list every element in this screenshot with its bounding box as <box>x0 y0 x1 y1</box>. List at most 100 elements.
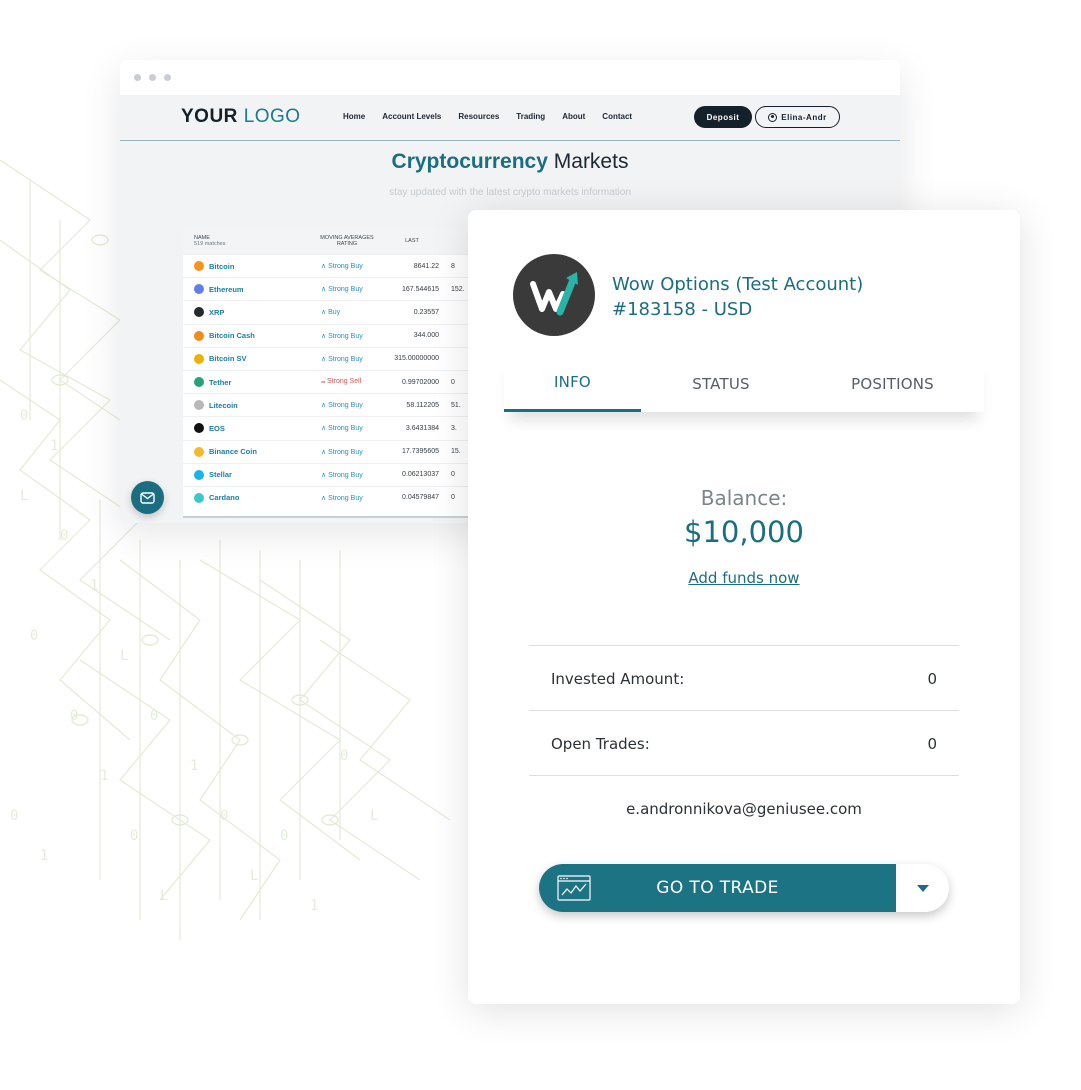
svg-text:0: 0 <box>130 828 138 844</box>
coin-name-cell[interactable]: Ethereum <box>183 284 313 295</box>
table-row[interactable]: Binance Coin ∧ Strong Buy 17.7395605 15. <box>183 439 483 463</box>
rating-label: Strong Buy <box>328 425 363 433</box>
svg-text:1: 1 <box>40 848 48 864</box>
go-to-trade-button[interactable]: GO TO TRADE <box>539 864 896 912</box>
divider <box>529 775 959 776</box>
tab-positions[interactable]: POSITIONS <box>801 355 984 412</box>
wow-logo-icon <box>530 272 578 316</box>
coin-name: Bitcoin SV <box>209 354 247 364</box>
page-title: Cryptocurrency Markets <box>120 150 900 174</box>
coin-name: Cardano <box>209 493 240 503</box>
nav-home[interactable]: Home <box>343 112 365 121</box>
column-name-header[interactable]: NAME 519 matches <box>183 228 313 254</box>
last-price-cell: 0.99702000 <box>402 378 439 386</box>
browser-title-bar <box>120 60 900 95</box>
open-trades-value: 0 <box>927 735 937 753</box>
table-row[interactable]: Ethereum ∧ Strong Buy 167.544615 152. <box>183 277 483 300</box>
window-dot-minimize[interactable] <box>149 74 156 81</box>
mail-button[interactable] <box>131 481 164 514</box>
column-last-header[interactable]: LAST <box>381 228 443 254</box>
svg-text:0: 0 <box>340 748 348 764</box>
last-price-cell: 0.06213037 <box>402 471 439 479</box>
chevron-down-icon <box>916 884 929 892</box>
matches-count: 519 matches <box>194 241 226 247</box>
coin-icon <box>194 330 204 341</box>
column-rating-header[interactable]: MOVING AVERAGES RATING <box>313 228 381 254</box>
rating-label: Strong Buy <box>328 332 363 340</box>
table-row[interactable]: Cardano ∧ Strong Buy 0.04579847 0 <box>183 485 483 509</box>
account-name: Wow Options (Test Account) <box>612 274 864 295</box>
coin-icon <box>194 353 204 364</box>
coin-name-cell[interactable]: Tether <box>183 377 313 388</box>
tab-info[interactable]: INFO <box>504 355 641 412</box>
rating-cell: ∧ Strong Buy <box>313 401 381 409</box>
crypto-table: NAME 519 matches MOVING AVERAGES RATING … <box>183 228 483 518</box>
user-icon <box>768 112 778 122</box>
coin-name-cell[interactable]: Bitcoin SV <box>183 353 313 364</box>
last-price-cell: 344.000 <box>413 332 439 340</box>
nav-resources[interactable]: Resources <box>458 112 499 121</box>
coin-icon <box>194 492 204 503</box>
table-row[interactable]: Tether ⫬ Strong Sell 0.99702000 0 <box>183 369 483 393</box>
svg-text:L: L <box>120 648 128 664</box>
divider <box>529 645 959 646</box>
coin-name-cell[interactable]: XRP <box>183 307 313 318</box>
coin-name-cell[interactable]: Binance Coin <box>183 446 313 457</box>
logo-light-text: LOGO <box>243 106 301 127</box>
svg-text:0: 0 <box>220 808 228 824</box>
svg-text:L: L <box>370 808 378 824</box>
nav-contact[interactable]: Contact <box>602 112 632 121</box>
coin-name-cell[interactable]: Stellar <box>183 469 313 480</box>
deposit-button[interactable]: Deposit <box>694 106 752 128</box>
svg-text:1: 1 <box>190 758 198 774</box>
table-row[interactable]: Stellar ∧ Strong Buy 0.06213037 0 <box>183 462 483 486</box>
svg-text:0: 0 <box>150 708 158 724</box>
rating-label: Strong Buy <box>328 355 363 363</box>
svg-text:0: 0 <box>10 808 18 824</box>
coin-name: Tether <box>209 377 232 387</box>
coin-name-cell[interactable]: EOS <box>183 423 313 434</box>
coin-name-cell[interactable]: Cardano <box>183 492 313 503</box>
last-price-cell: 17.7395605 <box>402 448 439 456</box>
rating-label: Strong Buy <box>328 448 363 456</box>
coin-icon <box>194 400 204 411</box>
logo-bold-text: YOUR <box>181 106 238 127</box>
window-dot-maximize[interactable] <box>164 74 171 81</box>
rating-cell: ∧ Strong Buy <box>313 424 381 432</box>
rating-cell: ∧ Strong Buy <box>313 494 381 502</box>
trade-dropdown-toggle[interactable] <box>896 864 949 912</box>
rating-label: Strong Buy <box>328 494 363 502</box>
nav-account-levels[interactable]: Account Levels <box>382 112 441 121</box>
window-dot-close[interactable] <box>134 74 141 81</box>
coin-icon <box>194 423 204 434</box>
coin-name: XRP <box>209 307 225 317</box>
svg-text:0: 0 <box>60 528 68 544</box>
coin-icon <box>194 446 204 457</box>
table-row[interactable]: Bitcoin Cash ∧ Strong Buy 344.000 <box>183 323 483 347</box>
divider <box>529 710 959 711</box>
nav-about[interactable]: About <box>562 112 585 121</box>
coin-name-cell[interactable]: Bitcoin Cash <box>183 330 313 341</box>
table-row[interactable]: Litecoin ∧ Strong Buy 58.112205 51. <box>183 393 483 416</box>
user-menu-button[interactable]: Elina-Andr <box>755 106 840 128</box>
coin-name: EOS <box>209 423 225 433</box>
coin-name: Litecoin <box>209 400 238 410</box>
add-funds-link[interactable]: Add funds now <box>468 569 1020 587</box>
site-header: YOUR LOGO Home Account Levels Resources … <box>120 95 900 141</box>
coin-name-cell[interactable]: Litecoin <box>183 400 313 411</box>
trading-chart-icon <box>557 875 591 901</box>
table-row[interactable]: Bitcoin SV ∧ Strong Buy 315.00000000 <box>183 346 483 370</box>
rating-cell: ∧ Buy <box>313 308 381 316</box>
open-trades-label: Open Trades: <box>551 735 650 753</box>
coin-name-cell[interactable]: Bitcoin <box>183 261 313 272</box>
go-to-trade-button-group: GO TO TRADE <box>539 864 949 912</box>
nav-trading[interactable]: Trading <box>516 112 545 121</box>
site-logo[interactable]: YOUR LOGO <box>181 106 301 128</box>
go-to-trade-label: GO TO TRADE <box>656 878 779 898</box>
table-row[interactable]: Bitcoin ∧ Strong Buy 8641.22 8 <box>183 254 483 277</box>
table-row[interactable]: XRP ∧ Buy 0.23557 <box>183 300 483 323</box>
table-row[interactable]: EOS ∧ Strong Buy 3.6431384 3. <box>183 416 483 439</box>
svg-text:0: 0 <box>280 828 288 844</box>
last-price-cell: 3.6431384 <box>405 424 439 432</box>
tab-status[interactable]: STATUS <box>641 355 801 412</box>
